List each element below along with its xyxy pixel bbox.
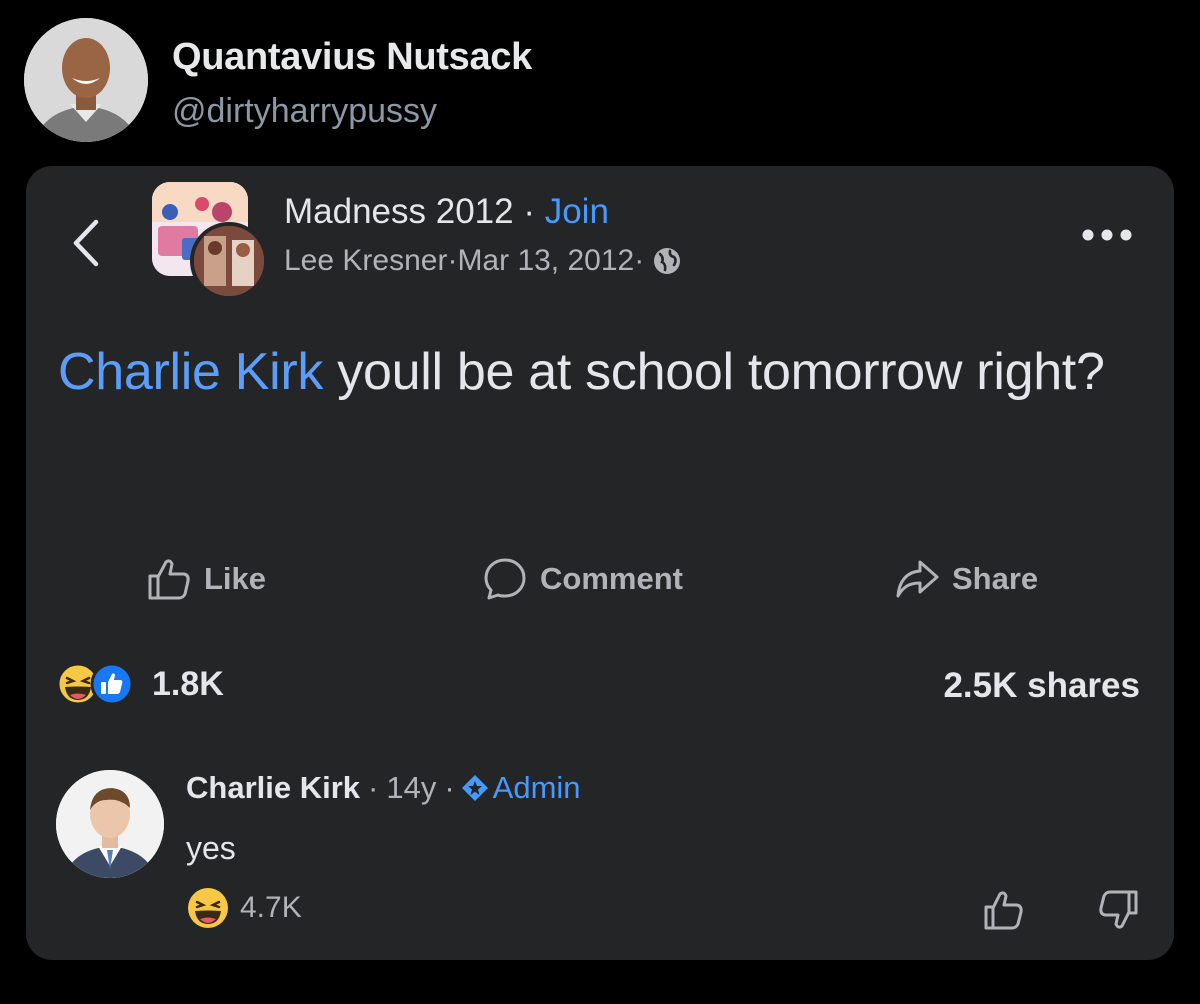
commenter-name[interactable]: Charlie Kirk [186,770,360,806]
comment-label: Comment [540,561,683,596]
separator: · [447,244,458,277]
shares-count[interactable]: 2.5K shares [943,666,1140,706]
admin-star-badge-icon [461,775,488,801]
author-avatar[interactable] [190,222,268,300]
embedded-post-card: Madness 2012 · Join Lee Kresner · Mar 13… [26,166,1174,960]
globe-icon [654,248,681,274]
comment-button[interactable]: Comment [482,554,683,604]
like-label: Like [204,561,267,596]
group-name[interactable]: Madness 2012 [284,192,514,231]
comment-reaction-count: 4.7K [240,891,302,924]
user-avatar[interactable] [24,18,148,142]
separator: · [368,770,379,805]
post-author[interactable]: Lee Kresner [284,244,447,278]
post-body: youll be at school tomorrow right? [323,343,1105,401]
reaction-count: 1.8K [152,664,224,703]
admin-badge: Admin [461,770,581,806]
separator: · [513,192,545,231]
chevron-left-icon[interactable] [66,216,106,270]
separator: · [634,244,645,277]
more-horizontal-icon[interactable] [1080,226,1134,244]
display-name[interactable]: Quantavius Nutsack [172,36,532,79]
post-meta: Lee Kresner · Mar 13, 2012 · [284,244,682,278]
separator: · [444,770,455,805]
group-name-line: Madness 2012 · Join [284,192,609,232]
reaction-icons [56,662,142,706]
mention-link[interactable]: Charlie Kirk [58,343,323,401]
comment-reactions[interactable]: 4.7K [186,886,302,930]
commenter-avatar[interactable] [56,770,164,878]
comment-text: yes [186,830,236,866]
like-reaction-icon [90,662,134,706]
thumbs-down-outline-icon[interactable] [1096,888,1140,932]
thumbs-up-icon [148,559,190,600]
post-text: Charlie Kirk youll be at school tomorrow… [58,330,1138,414]
comment-age: 14y [386,770,437,805]
share-arrow-icon [896,560,939,598]
speech-bubble-icon [484,558,526,600]
tweet-header: Quantavius Nutsack @dirtyharrypussy [24,18,1174,144]
join-link[interactable]: Join [545,192,609,231]
post-date[interactable]: Mar 13, 2012 [457,244,634,278]
like-button[interactable]: Like [146,554,266,604]
laughing-emoji-icon [188,888,228,928]
share-button[interactable]: Share [894,554,1038,604]
share-label: Share [952,561,1039,596]
reaction-summary[interactable]: 1.8K [56,662,224,706]
user-handle[interactable]: @dirtyharrypussy [172,92,437,131]
thumbs-up-outline-icon[interactable] [982,888,1026,932]
comment-header: Charlie Kirk · 14y · Admin [186,770,581,806]
admin-label: Admin [492,770,581,805]
